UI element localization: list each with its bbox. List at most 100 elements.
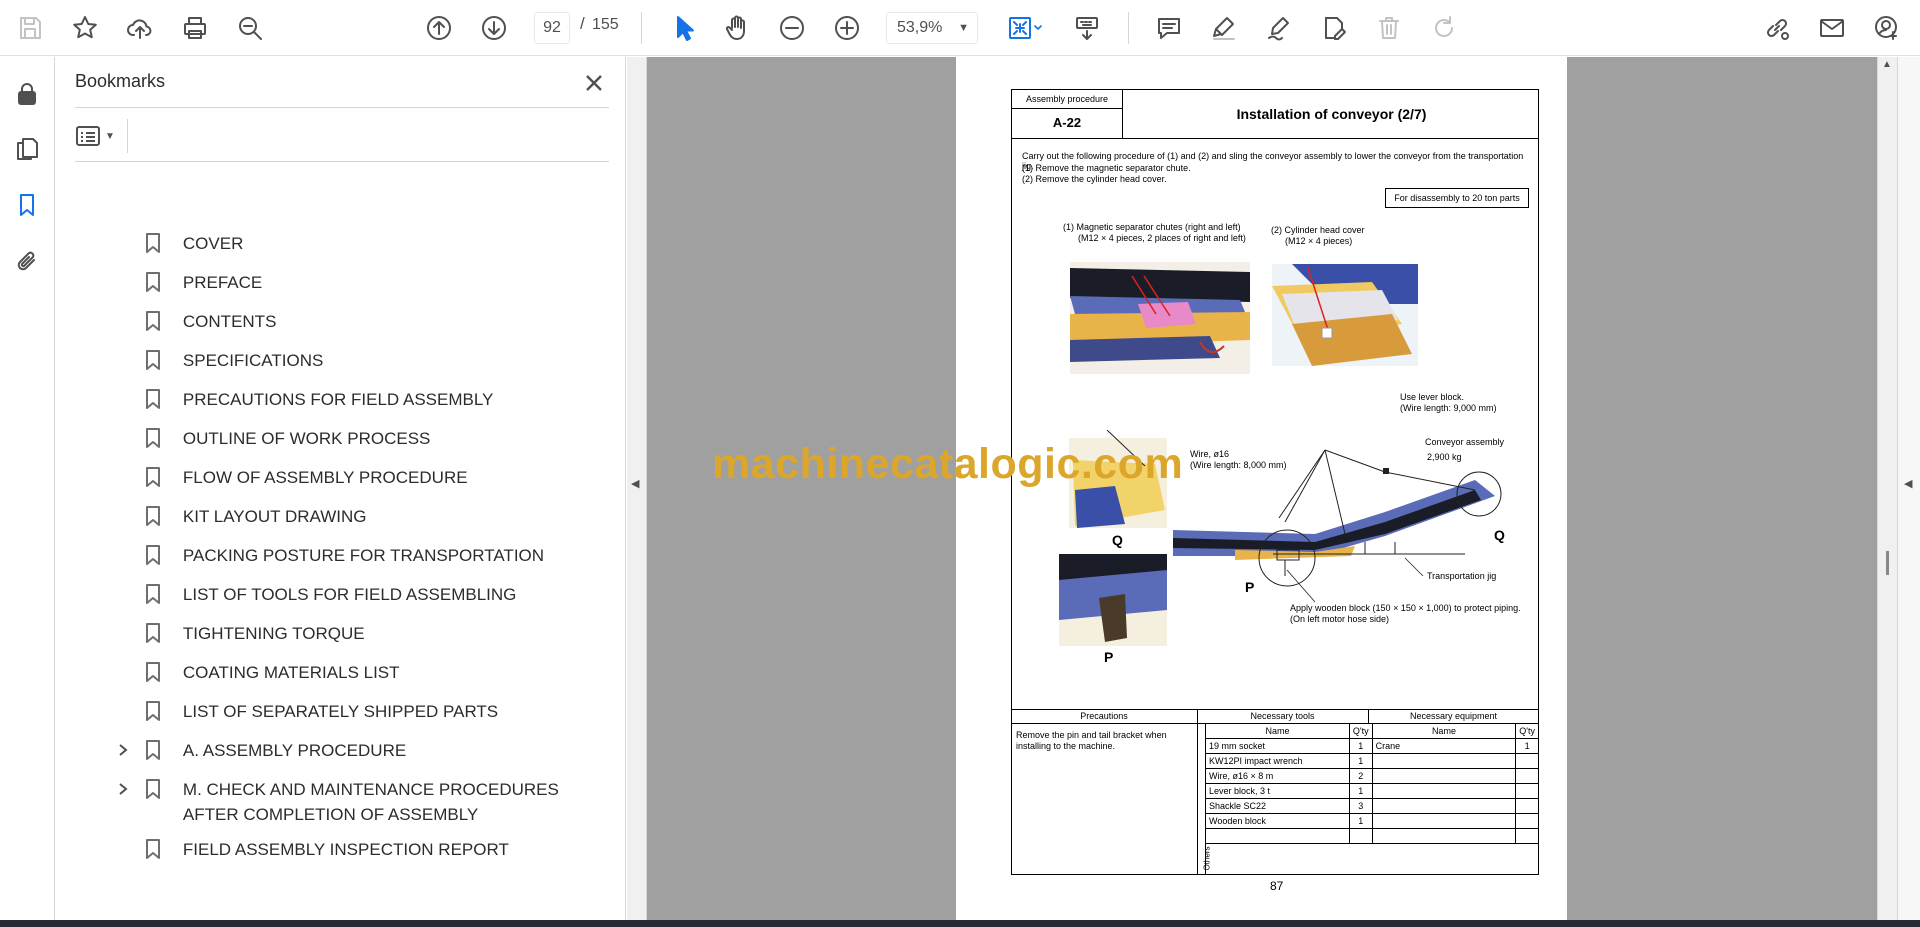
bookmark-label: LIST OF SEPARATELY SHIPPED PARTS bbox=[182, 702, 499, 721]
right-panel-toggle[interactable]: ◀ bbox=[1897, 57, 1920, 920]
tool-name-cell: KW12PI impact wrench bbox=[1205, 753, 1350, 769]
save-icon[interactable] bbox=[10, 8, 50, 48]
bookmark-label: OUTLINE OF WORK PROCESS bbox=[182, 429, 431, 448]
previous-page-icon[interactable] bbox=[419, 8, 459, 48]
chevron-right-icon[interactable] bbox=[112, 739, 134, 761]
select-cursor-icon[interactable] bbox=[664, 8, 704, 48]
scrollbar-thumb[interactable] bbox=[1886, 551, 1889, 575]
step-2-text: (2) Remove the cylinder head cover. bbox=[1022, 174, 1167, 184]
zoom-in-icon[interactable] bbox=[827, 8, 867, 48]
bookmark-label: SPECIFICATIONS bbox=[182, 351, 324, 370]
bookmark-item[interactable]: PREFACE bbox=[112, 270, 612, 295]
bookmark-item[interactable]: LIST OF TOOLS FOR FIELD ASSEMBLING bbox=[112, 582, 612, 607]
table-divider bbox=[1197, 709, 1198, 875]
draw-signature-icon[interactable] bbox=[1259, 8, 1299, 48]
bookmark-panel-icon[interactable] bbox=[7, 185, 47, 225]
bookmark-label: A. ASSEMBLY PROCEDURE bbox=[182, 741, 407, 760]
bookmark-options-button[interactable]: ▼ bbox=[75, 119, 125, 153]
bookmark-label: FLOW OF ASSEMBLY PROCEDURE bbox=[182, 468, 468, 487]
bookmark-item[interactable]: A. ASSEMBLY PROCEDURE bbox=[112, 738, 612, 763]
left-rail bbox=[0, 57, 55, 920]
tool-name-cell: Shackle SC22 bbox=[1205, 798, 1350, 814]
upload-cloud-icon[interactable] bbox=[120, 8, 160, 48]
bookmark-item[interactable]: PACKING POSTURE FOR TRANSPORTATION bbox=[112, 543, 612, 568]
bookmark-label: PACKING POSTURE FOR TRANSPORTATION bbox=[182, 546, 545, 565]
expander-spacer bbox=[112, 388, 134, 410]
label-q-left: Q bbox=[1112, 532, 1123, 548]
tools-header: Necessary tools bbox=[1250, 711, 1315, 721]
taskbar-edge bbox=[0, 920, 1920, 927]
expander-spacer bbox=[112, 700, 134, 722]
hand-tool-icon[interactable] bbox=[717, 8, 757, 48]
lock-icon[interactable] bbox=[7, 74, 47, 114]
bookmark-item[interactable]: COVER bbox=[112, 231, 612, 256]
equipment-header: Necessary equipment bbox=[1409, 711, 1498, 721]
attachment-icon[interactable] bbox=[7, 241, 47, 281]
next-page-icon[interactable] bbox=[474, 8, 514, 48]
delete-icon[interactable] bbox=[1369, 8, 1409, 48]
requirements-table: Name Q'ty Name Q'ty 19 mm socket 1 Crane 1 KW12P… bbox=[1205, 723, 1539, 844]
fig2-caption-line2: (M12 × 4 pieces) bbox=[1285, 236, 1353, 246]
chevron-left-icon: ◀ bbox=[1904, 478, 1913, 490]
bookmark-item[interactable]: KIT LAYOUT DRAWING bbox=[112, 504, 612, 529]
bookmark-item[interactable]: M. CHECK AND MAINTENANCE PROCEDURES AFTE… bbox=[112, 777, 612, 827]
print-icon[interactable] bbox=[175, 8, 215, 48]
highlight-icon[interactable] bbox=[1204, 8, 1244, 48]
email-icon[interactable] bbox=[1812, 8, 1852, 48]
bookmark-icon bbox=[140, 270, 166, 294]
tool-name-cell: Wooden block bbox=[1205, 813, 1350, 829]
expander-spacer bbox=[112, 505, 134, 527]
tool-name-cell bbox=[1205, 828, 1350, 844]
bookmark-item[interactable]: CONTENTS bbox=[112, 309, 612, 334]
fit-page-icon[interactable] bbox=[998, 8, 1050, 48]
edit-pdf-icon[interactable] bbox=[1314, 8, 1354, 48]
bookmark-label: FIELD ASSEMBLY INSPECTION REPORT bbox=[182, 840, 509, 859]
search-zoom-icon[interactable] bbox=[230, 8, 270, 48]
share-link-icon[interactable] bbox=[1757, 8, 1797, 48]
bookmark-icon bbox=[140, 837, 166, 861]
step-1-text: (1) Remove the magnetic separator chute. bbox=[1022, 163, 1191, 173]
scrolling-mode-icon[interactable] bbox=[1067, 8, 1107, 48]
wire-label: Wire, ø16 bbox=[1190, 449, 1230, 459]
page-number-input[interactable]: 92 bbox=[534, 12, 570, 44]
header-bottom-rule bbox=[1011, 138, 1539, 139]
conveyor-assembly-label: Conveyor assembly bbox=[1425, 437, 1505, 447]
vertical-scrollbar[interactable]: ▲ bbox=[1877, 57, 1897, 920]
bookmark-icon bbox=[140, 660, 166, 684]
equipment-name-cell bbox=[1371, 798, 1517, 814]
page-thumbnails-icon[interactable] bbox=[7, 129, 47, 169]
zoom-select[interactable]: 53,9% ▼ bbox=[886, 12, 978, 44]
bookmark-label: COATING MATERIALS LIST bbox=[182, 663, 400, 682]
watermark: machinecatalogic.com bbox=[712, 440, 1184, 488]
close-icon[interactable] bbox=[576, 65, 612, 101]
label-p-detail: P bbox=[1104, 649, 1114, 665]
precautions-header: Precautions bbox=[1080, 711, 1128, 721]
bookmark-item[interactable]: FIELD ASSEMBLY INSPECTION REPORT bbox=[112, 837, 612, 862]
bookmark-label: PRECAUTIONS FOR FIELD ASSEMBLY bbox=[182, 390, 494, 409]
bookmark-item[interactable]: OUTLINE OF WORK PROCESS bbox=[112, 426, 612, 451]
tool-qty-header: Q'ty bbox=[1348, 723, 1373, 739]
bookmark-item[interactable]: TIGHTENING TORQUE bbox=[112, 621, 612, 646]
account-icon[interactable] bbox=[1867, 8, 1907, 48]
comment-icon[interactable] bbox=[1149, 8, 1189, 48]
expander-spacer bbox=[112, 838, 134, 860]
bookmark-item[interactable]: COATING MATERIALS LIST bbox=[112, 660, 612, 685]
table-row: Shackle SC22 3 bbox=[1205, 798, 1539, 814]
chevron-right-icon[interactable] bbox=[112, 778, 134, 800]
table-header-row: Name Q'ty Name Q'ty bbox=[1205, 723, 1539, 739]
zoom-out-icon[interactable] bbox=[772, 8, 812, 48]
bookmark-item[interactable]: FLOW OF ASSEMBLY PROCEDURE bbox=[112, 465, 612, 490]
star-icon[interactable] bbox=[65, 8, 105, 48]
panel-divider bbox=[75, 161, 609, 162]
bookmark-icon bbox=[140, 582, 166, 606]
bookmark-item[interactable]: LIST OF SEPARATELY SHIPPED PARTS bbox=[112, 699, 612, 724]
equipment-qty-cell bbox=[1515, 768, 1539, 784]
bookmark-item[interactable]: PRECAUTIONS FOR FIELD ASSEMBLY bbox=[112, 387, 612, 412]
cylinder-head-photo bbox=[1272, 264, 1418, 366]
expander-spacer bbox=[112, 427, 134, 449]
rotate-icon[interactable] bbox=[1424, 8, 1464, 48]
conveyor-weight: 2,900 kg bbox=[1427, 452, 1462, 462]
collapse-panel-handle[interactable]: ◀ bbox=[627, 57, 647, 920]
expander-spacer bbox=[112, 622, 134, 644]
bookmark-item[interactable]: SPECIFICATIONS bbox=[112, 348, 612, 373]
